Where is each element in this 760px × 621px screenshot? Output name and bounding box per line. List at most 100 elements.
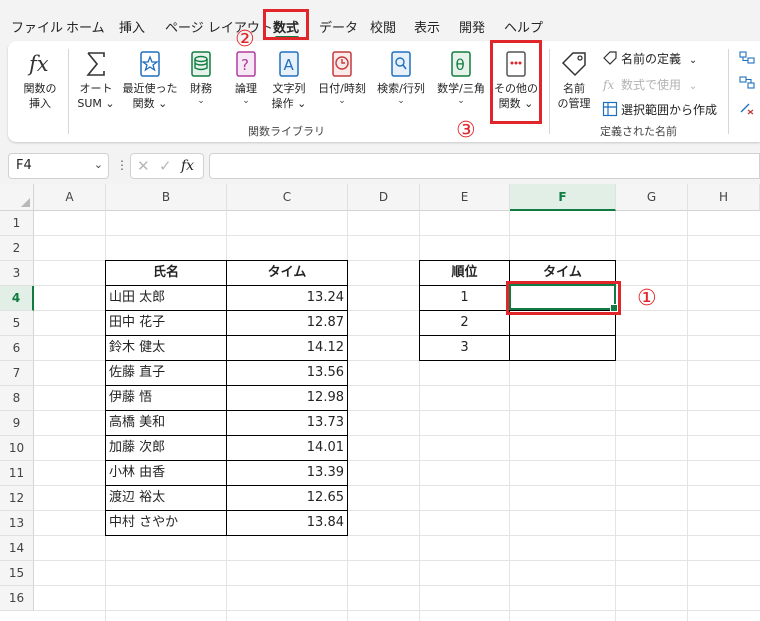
ribbon-area: ファイル ホーム 挿入 ページ レイアウト 数式 データ 校閲 表示 開発 ヘル… bbox=[0, 0, 760, 148]
row-header-7[interactable]: 7 bbox=[0, 361, 34, 386]
ribbon-separator bbox=[728, 49, 729, 134]
table-cell-time[interactable]: 13.84 bbox=[227, 511, 347, 535]
table-cell-name[interactable]: 佐藤 直子 bbox=[106, 361, 226, 385]
row-header-4[interactable]: 4 bbox=[0, 286, 34, 311]
row-header-15[interactable]: 15 bbox=[0, 561, 34, 586]
tag-small-icon bbox=[603, 51, 617, 65]
more-options-icon[interactable]: ⋮ bbox=[116, 158, 128, 172]
row-header-9[interactable]: 9 bbox=[0, 411, 34, 436]
remove-arrows-icon[interactable] bbox=[739, 101, 755, 115]
cell-e3-rank-header[interactable]: 順位 bbox=[420, 261, 509, 285]
trace-precedents-icon[interactable] bbox=[739, 51, 755, 65]
define-name-button[interactable]: 名前の定義 ⌄ bbox=[602, 50, 697, 67]
table-cell-name[interactable]: 山田 太郎 bbox=[106, 286, 226, 310]
svg-text:θ: θ bbox=[456, 56, 465, 74]
tab-file[interactable]: ファイル bbox=[11, 17, 63, 36]
select-all-corner[interactable] bbox=[0, 184, 34, 211]
table-cell-time[interactable]: 14.12 bbox=[227, 336, 347, 360]
table-cell-name[interactable]: 鈴木 健太 bbox=[106, 336, 226, 360]
create-from-selection-button[interactable]: 選択範囲から作成 bbox=[602, 101, 717, 118]
enter-check-icon[interactable]: ✓ bbox=[159, 157, 172, 175]
column-header-h[interactable]: H bbox=[688, 184, 760, 211]
column-header-e[interactable]: E bbox=[420, 184, 510, 211]
table-border bbox=[105, 535, 348, 536]
row-header-8[interactable]: 8 bbox=[0, 386, 34, 411]
name-manager-button[interactable]: 名前 の管理 bbox=[554, 49, 594, 111]
annotation-box-more-functions bbox=[490, 40, 542, 124]
table-cell-time[interactable]: 13.39 bbox=[227, 461, 347, 485]
tab-help[interactable]: ヘルプ bbox=[504, 17, 543, 36]
gridline bbox=[34, 560, 760, 561]
table-cell-rank[interactable]: 3 bbox=[420, 336, 509, 360]
column-header-b[interactable]: B bbox=[106, 184, 227, 211]
column-header-c[interactable]: C bbox=[227, 184, 348, 211]
financial-button[interactable]: 財務 ⌄ bbox=[183, 49, 219, 106]
column-header-g[interactable]: G bbox=[616, 184, 688, 211]
column-header-f[interactable]: F bbox=[510, 184, 616, 211]
tab-review[interactable]: 校閲 bbox=[370, 17, 396, 36]
recently-used-button[interactable]: 最近使った 関数 ⌄ bbox=[121, 49, 179, 111]
chevron-down-icon: ⌄ bbox=[688, 81, 698, 92]
logical-button[interactable]: ? 論理 ⌄ bbox=[228, 49, 264, 106]
chevron-down-icon[interactable]: ⌄ bbox=[94, 158, 103, 171]
row-header-11[interactable]: 11 bbox=[0, 461, 34, 486]
worksheet-grid[interactable]: A B C D E F G H 1 2 3 4 5 6 7 8 9 10 11 … bbox=[0, 184, 760, 621]
table-cell-name[interactable]: 高橋 美和 bbox=[106, 411, 226, 435]
tab-data[interactable]: データ bbox=[319, 17, 358, 36]
lookup-reference-button[interactable]: 検索/行列 ⌄ bbox=[373, 49, 429, 106]
row-header-2[interactable]: 2 bbox=[0, 236, 34, 261]
tab-developer[interactable]: 開発 bbox=[459, 17, 485, 36]
row-header-16[interactable]: 16 bbox=[0, 586, 34, 611]
autosum-button[interactable]: オート SUM ⌄ bbox=[74, 49, 118, 111]
table-cell-time[interactable]: 12.65 bbox=[227, 486, 347, 510]
row-header-6[interactable]: 6 bbox=[0, 336, 34, 361]
cancel-icon[interactable]: ✕ bbox=[137, 157, 150, 175]
table-cell-time[interactable]: 12.98 bbox=[227, 386, 347, 410]
table-cell-name[interactable]: 渡辺 裕太 bbox=[106, 486, 226, 510]
insert-function-fx-icon[interactable]: fx bbox=[181, 158, 194, 174]
formula-input[interactable] bbox=[209, 153, 760, 179]
math-trig-button[interactable]: θ 数学/三角 ⌄ bbox=[433, 49, 489, 106]
row-header-13[interactable]: 13 bbox=[0, 511, 34, 536]
table-cell-time[interactable]: 13.56 bbox=[227, 361, 347, 385]
name-box[interactable]: F4 ⌄ bbox=[8, 153, 109, 179]
row-header-5[interactable]: 5 bbox=[0, 311, 34, 336]
table-cell-name[interactable]: 小林 由香 bbox=[106, 461, 226, 485]
use-in-formula-button[interactable]: fx 数式で使用 ⌄ bbox=[602, 76, 697, 93]
clock-book-icon bbox=[332, 51, 352, 77]
question-book-icon: ? bbox=[236, 51, 256, 77]
fx-icon: fx bbox=[27, 52, 49, 76]
table-cell-rank[interactable]: 1 bbox=[420, 286, 509, 310]
ribbon-separator bbox=[68, 49, 69, 134]
table-cell-rank[interactable]: 2 bbox=[420, 311, 509, 335]
row-header-14[interactable]: 14 bbox=[0, 536, 34, 561]
row-header-1[interactable]: 1 bbox=[0, 211, 34, 236]
table-cell-time[interactable]: 12.87 bbox=[227, 311, 347, 335]
tag-icon bbox=[561, 52, 586, 77]
svg-text:fx: fx bbox=[27, 52, 49, 76]
tab-page-layout[interactable]: ページ レイアウト bbox=[165, 17, 273, 36]
table-cell-name[interactable]: 伊藤 悟 bbox=[106, 386, 226, 410]
datetime-button[interactable]: 日付/時刻 ⌄ bbox=[315, 49, 369, 106]
table-cell-time[interactable]: 13.24 bbox=[227, 286, 347, 310]
row-header-10[interactable]: 10 bbox=[0, 436, 34, 461]
cell-b3-name-header[interactable]: 氏名 bbox=[106, 261, 226, 285]
table-cell-name[interactable]: 田中 花子 bbox=[106, 311, 226, 335]
insert-function-button[interactable]: fx 関数の 挿入 bbox=[18, 49, 62, 111]
table-cell-time[interactable]: 14.01 bbox=[227, 436, 347, 460]
text-functions-button[interactable]: A 文字列 操作 ⌄ bbox=[269, 49, 309, 111]
tab-insert[interactable]: 挿入 bbox=[119, 17, 145, 36]
table-cell-name[interactable]: 加藤 次郎 bbox=[106, 436, 226, 460]
table-cell-name[interactable]: 中村 さやか bbox=[106, 511, 226, 535]
tab-view[interactable]: 表示 bbox=[414, 17, 440, 36]
trace-dependents-icon[interactable] bbox=[739, 76, 755, 90]
tab-home[interactable]: ホーム bbox=[66, 17, 105, 36]
column-header-d[interactable]: D bbox=[348, 184, 420, 211]
row-header-12[interactable]: 12 bbox=[0, 486, 34, 511]
table-cell-time[interactable]: 13.73 bbox=[227, 411, 347, 435]
row-header-3[interactable]: 3 bbox=[0, 261, 34, 286]
cell-c3-time-header[interactable]: タイム bbox=[227, 261, 347, 285]
column-header-a[interactable]: A bbox=[34, 184, 106, 211]
function-library-group-label: 関数ライブラリ bbox=[248, 125, 325, 138]
sigma-icon bbox=[86, 52, 105, 76]
